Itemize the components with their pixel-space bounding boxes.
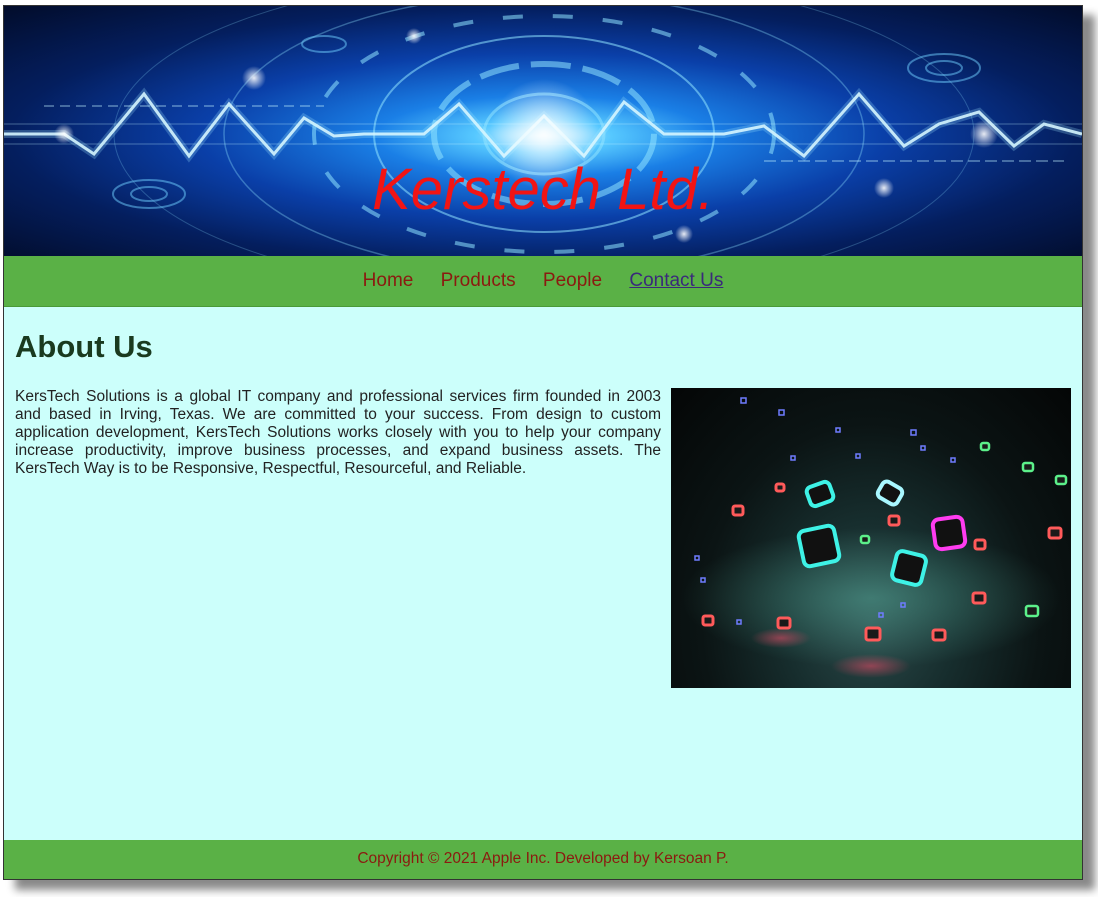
nav-item-contact: Contact Us bbox=[629, 256, 723, 306]
about-paragraph: KersTech Solutions is a global IT compan… bbox=[15, 388, 661, 477]
about-image bbox=[671, 388, 1071, 688]
nav-item-people: People bbox=[543, 256, 602, 306]
copyright-text: Copyright © 2021 Apple Inc. Developed by… bbox=[357, 850, 729, 867]
main-navigation: Home Products People Contact Us bbox=[4, 256, 1082, 307]
main-content: About Us KersTech Solutions is a global … bbox=[4, 307, 1082, 839]
header-banner: Kerstech Ltd. bbox=[4, 6, 1082, 256]
nav-link-contact-us[interactable]: Contact Us bbox=[629, 270, 723, 291]
page-footer: Copyright © 2021 Apple Inc. Developed by… bbox=[4, 840, 1082, 879]
nav-item-products: Products bbox=[441, 256, 516, 306]
nav-link-home[interactable]: Home bbox=[363, 270, 414, 291]
nav-link-people[interactable]: People bbox=[543, 270, 602, 291]
page-heading: About Us bbox=[15, 329, 153, 364]
site-title: Kerstech Ltd. bbox=[372, 157, 714, 222]
nav-item-home: Home bbox=[363, 256, 414, 306]
nav-link-products[interactable]: Products bbox=[441, 270, 516, 291]
page-container: Kerstech Ltd. Home Products People Conta… bbox=[3, 5, 1083, 880]
glowing-cubes-illustration bbox=[681, 397, 1068, 678]
